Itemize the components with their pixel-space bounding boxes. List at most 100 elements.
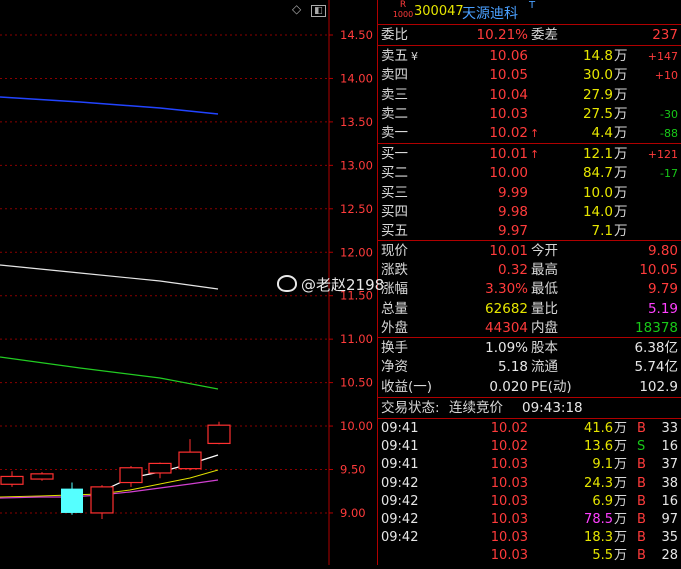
quote-row: 涨跌 0.32 最高 10.05 [378,261,681,280]
buy-level-label: 买一 [381,146,408,162]
diamond-icon[interactable]: ◇ [292,2,301,16]
window-icon[interactable]: ◧ [311,5,326,17]
sell-row[interactable]: 卖二 10.03 27.5 万 -30 [378,105,681,124]
quote-label: 现价 [381,243,408,259]
stock-header: R 1000 300047 天源迪科 T [378,0,681,25]
tick-side: B [637,512,646,527]
watermark: @老赵2198 [277,274,384,295]
trade-status-label: 交易状态: [381,400,440,416]
buy-volume: 84.7 [582,165,613,182]
tick-row[interactable]: 09:42 10.03 78.5 万 B 97 [378,511,681,529]
tick-price: 10.03 [490,512,528,527]
ma-line-blue [0,96,219,115]
quote-value: 44304 [485,319,528,336]
tick-row[interactable]: 10.03 5.5 万 B 28 [378,547,681,565]
ratio-label: 委比 [381,27,408,43]
tick-row[interactable]: 09:42 10.03 18.3 万 B 35 [378,529,681,547]
sell-volume-unit: 万 [614,125,628,142]
buy-row[interactable]: 买二 10.00 84.7 万 -17 [378,164,681,183]
quote-value: 3.30% [485,281,528,298]
tick-volume-unit: 万 [614,548,628,564]
tick-time: 09:41 [381,439,419,455]
tick-volume-unit: 万 [614,421,628,436]
tick-volume: 18.3 [584,530,613,546]
sell-row[interactable]: 卖四 10.05 30.0 万 +10 [378,66,681,85]
candle-body [30,473,54,480]
sell-level-label: 卖二 [381,105,408,122]
candle-body [178,451,202,470]
tick-side: B [637,421,646,436]
stock-name[interactable]: 天源迪科 [462,3,518,23]
tick-count: 16 [661,493,678,509]
up-arrow-icon: ↑ [530,148,540,161]
chart-toolbar: ◇ ◧ [292,2,326,17]
sell-change: +147 [647,50,678,63]
tick-row[interactable]: 09:41 10.03 9.1 万 B 37 [378,456,681,474]
badge-top: R [399,0,407,10]
candle-body [148,462,172,474]
tick-row[interactable]: 09:42 10.03 24.3 万 B 38 [378,475,681,493]
candle-body [119,467,143,484]
sell-change: -30 [660,107,678,121]
quote-label: 外盘 [381,319,408,336]
tick-price: 10.02 [490,421,528,436]
quote-value: 62682 [485,300,528,317]
tick-row[interactable]: 09:42 10.03 6.9 万 B 16 [378,493,681,511]
sell-row[interactable]: 卖一 10.02 ↑ 4.4 万 -88 [378,124,681,143]
price-tick-label: 10.00 [340,419,373,433]
tick-time: 09:42 [381,512,419,527]
stat-row: 换手 1.09% 股本 6.38亿 [378,339,681,358]
sell-level-label: 卖一 [381,125,408,142]
buy-row[interactable]: 买五 9.97 7.1 万 [378,222,681,241]
divider [378,397,681,398]
sell-volume-unit: 万 [614,48,628,64]
stat-label: 收益(一) [381,378,433,395]
tick-row[interactable]: 09:41 10.02 41.6 万 B 33 [378,420,681,438]
tick-volume: 41.6 [584,421,613,436]
sell-price: 10.02 [489,125,528,142]
ma-line-white [0,264,219,290]
tick-price: 10.03 [490,493,528,509]
tick-time: 09:41 [381,421,419,436]
tick-volume: 78.5 [584,512,613,527]
buy-row[interactable]: 买一 10.01 ↑ 12.1 万 +121 [378,145,681,164]
sell-volume-unit: 万 [614,86,628,103]
tick-row[interactable]: 09:41 10.02 13.6 万 S 16 [378,438,681,456]
stat-label: 股本 [531,340,558,356]
stat-row: 收益(一) 0.020 PE(动) 102.9 [378,378,681,397]
buy-volume-unit: 万 [614,184,628,201]
stat-value: 1.09% [485,340,528,356]
sell-change: +10 [654,69,678,83]
tick-count: 16 [661,439,678,455]
tick-count: 33 [661,421,678,436]
tick-price: 10.03 [490,548,528,564]
quote-value: 0.32 [497,262,528,279]
tick-volume: 6.9 [592,493,613,509]
stat-label: PE(动) [531,378,572,395]
weibo-icon [277,275,297,292]
quote-label: 最低 [531,281,558,298]
candle-body [207,424,231,445]
quote-label: 涨幅 [381,281,408,298]
sell-level-label: 卖三 [381,86,408,103]
buy-row[interactable]: 买四 9.98 14.0 万 [378,203,681,222]
sell-price: 10.03 [489,105,528,122]
sell-row[interactable]: 卖三 10.04 27.9 万 [378,86,681,105]
divider [378,418,681,419]
ma-line-green [0,356,219,390]
sell-volume: 27.5 [582,105,613,122]
tick-side: B [637,475,646,491]
quote-value: 10.05 [639,262,678,279]
sell-row[interactable]: 卖五 ¥10.06 14.8 万 +147 [378,47,681,66]
stock-code: 300047 [414,4,464,19]
quote-label: 最高 [531,262,558,279]
quote-value: 9.80 [647,243,678,259]
buy-level-label: 买二 [381,165,408,182]
tick-volume: 5.5 [592,548,613,564]
tick-count: 37 [661,457,678,473]
buy-row[interactable]: 买三 9.99 10.0 万 [378,184,681,203]
quote-row: 现价 10.01 今开 9.80 [378,242,681,261]
buy-change: +121 [647,148,678,161]
tick-side: B [637,457,646,473]
sell-price: 10.04 [489,86,528,103]
